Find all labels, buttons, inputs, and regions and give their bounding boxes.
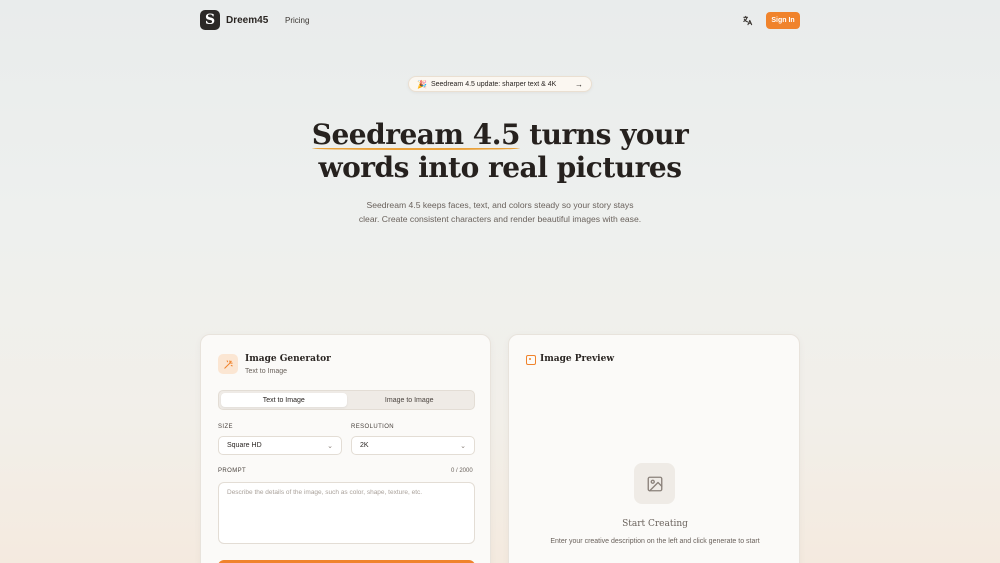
nav-link-pricing[interactable]: Pricing — [285, 16, 309, 25]
prompt-char-count: 0 / 2000 — [451, 468, 473, 474]
hero-title-highlight: Seedream 4.5 — [311, 118, 521, 151]
empty-state-description: Enter your creative description on the l… — [550, 538, 760, 545]
empty-state-image-icon — [634, 463, 675, 504]
hero-subtitle-line2: clear. Create consistent characters and … — [358, 214, 642, 224]
top-header: S Dreem45 Pricing Sign In — [0, 0, 1000, 42]
size-value: Square HD — [227, 442, 262, 449]
generator-title: Image Generator — [245, 354, 331, 364]
image-generator-card: Image Generator Text to Image Text to Im… — [200, 334, 491, 563]
resolution-label: RESOLUTION — [351, 424, 395, 430]
chevron-down-icon: ⌄ — [327, 442, 333, 450]
hero-title-rest: turns your — [520, 118, 689, 151]
brand-name: Dreem45 — [226, 14, 269, 26]
hero-title-line2: words into real pictures — [318, 151, 682, 184]
tab-image-to-image[interactable]: Image to Image — [347, 393, 473, 407]
resolution-select[interactable]: 2K ⌄ — [351, 436, 475, 455]
translate-icon[interactable] — [741, 14, 753, 26]
tab-text-to-image[interactable]: Text to Image — [221, 393, 347, 407]
image-icon — [526, 355, 536, 365]
magic-wand-icon — [218, 354, 238, 374]
size-select[interactable]: Square HD ⌄ — [218, 436, 342, 455]
image-preview-card: Image Preview Start Creating Enter your … — [508, 334, 800, 563]
chevron-down-icon: ⌄ — [460, 442, 466, 450]
resolution-value: 2K — [360, 442, 369, 449]
empty-state-title: Start Creating — [622, 519, 688, 529]
sign-in-button[interactable]: Sign In — [766, 12, 800, 29]
announcement-pill[interactable]: 🎉 Seedream 4.5 update: sharper text & 4K… — [408, 76, 592, 92]
prompt-label: PROMPT — [218, 468, 247, 474]
hero-title: Seedream 4.5 turns your words into real … — [300, 118, 700, 184]
preview-title: Image Preview — [540, 354, 615, 364]
size-label: SIZE — [218, 424, 233, 430]
prompt-input[interactable] — [218, 482, 475, 544]
mode-tabs: Text to Image Image to Image — [218, 390, 475, 410]
announcement-text: Seedream 4.5 update: sharper text & 4K — [430, 80, 557, 88]
highlight-underline — [311, 147, 520, 150]
hero-subtitle: Seedream 4.5 keeps faces, text, and colo… — [330, 198, 670, 226]
hero-subtitle-line1: Seedream 4.5 keeps faces, text, and colo… — [366, 200, 634, 210]
arrow-right-icon: → — [575, 79, 583, 89]
brand-logo[interactable]: S Dreem45 — [200, 10, 268, 30]
generator-subtitle: Text to Image — [245, 368, 288, 375]
logo-mark-icon: S — [200, 10, 220, 30]
party-popper-icon: 🎉 — [417, 79, 427, 89]
